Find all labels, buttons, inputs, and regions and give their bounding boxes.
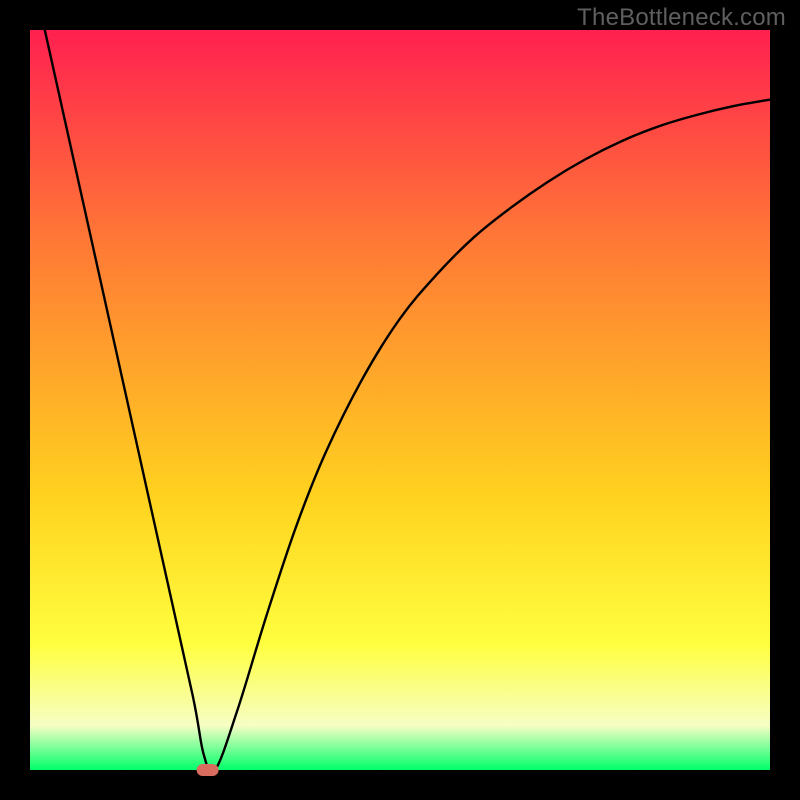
bottleneck-chart: [0, 0, 800, 800]
chart-plot-area: [30, 30, 770, 770]
minimum-point-marker-icon: [197, 764, 219, 776]
watermark-text: TheBottleneck.com: [577, 4, 786, 32]
chart-frame: TheBottleneck.com: [0, 0, 800, 800]
